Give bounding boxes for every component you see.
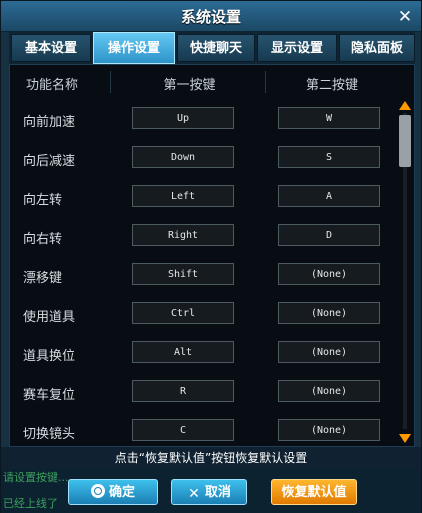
row-label: 赛车复位	[23, 388, 76, 403]
table-row: 向后减速 Down S	[10, 140, 404, 178]
row-label: 使用道具	[23, 310, 76, 325]
second-key-field[interactable]: W	[278, 107, 380, 129]
first-key-field[interactable]: Up	[132, 107, 234, 129]
table-row: 道具换位 Alt (None)	[10, 335, 404, 373]
scroll-thumb[interactable]	[399, 115, 411, 167]
first-key-field[interactable]: Left	[132, 185, 234, 207]
row-label: 向左转	[23, 193, 63, 208]
second-key-field[interactable]: A	[278, 185, 380, 207]
row-label: 漂移键	[23, 271, 63, 286]
first-key-field[interactable]: Down	[132, 146, 234, 168]
first-key-field[interactable]: Ctrl	[132, 302, 234, 324]
x-icon: ✕	[188, 486, 200, 502]
first-key-field[interactable]: C	[132, 419, 234, 441]
second-key-field[interactable]: S	[278, 146, 380, 168]
tab-privacy-panel[interactable]: 隐私面板	[339, 34, 415, 62]
first-key-field[interactable]: R	[132, 380, 234, 402]
row-label: 向右转	[23, 232, 63, 247]
tab-basic-settings[interactable]: 基本设置	[11, 34, 91, 62]
first-key-field[interactable]: Alt	[132, 341, 234, 363]
button-bar: 请设置按键... 已经上线了 确定 ✕ 取消 恢复默认值	[1, 469, 421, 513]
tab-display-settings[interactable]: 显示设置	[257, 34, 337, 62]
second-key-field[interactable]: (None)	[278, 341, 380, 363]
background-chat-line: 已经上线了	[3, 497, 58, 510]
tab-quick-chat[interactable]: 快捷聊天	[177, 34, 255, 62]
row-label: 向前加速	[23, 115, 76, 130]
circle-icon	[90, 484, 105, 498]
row-label: 向后减速	[23, 154, 76, 169]
close-icon[interactable]: ✕	[395, 7, 415, 27]
header-divider	[110, 71, 111, 93]
arrow-up-icon[interactable]	[399, 101, 411, 110]
table-header: 功能名称 第一按键 第二按键	[10, 65, 404, 99]
header-function-name: 功能名称	[25, 78, 78, 93]
ok-button[interactable]: 确定	[68, 479, 158, 505]
row-label: 道具换位	[23, 349, 76, 364]
second-key-field[interactable]: D	[278, 224, 380, 246]
table-row: 赛车复位 R (None)	[10, 374, 404, 412]
vertical-scrollbar[interactable]	[398, 99, 412, 445]
settings-window: 系统设置 ✕ 基本设置 操作设置 快捷聊天 显示设置 隐私面板 功能名称 第一按…	[0, 0, 422, 513]
second-key-field[interactable]: (None)	[278, 380, 380, 402]
first-key-field[interactable]: Shift	[132, 263, 234, 285]
background-chat-line: 请设置按键...	[3, 471, 69, 484]
cancel-button[interactable]: ✕ 取消	[171, 479, 247, 505]
table-row: 向右转 Right D	[10, 218, 404, 256]
reset-hint-text: 点击“恢复默认值”按钮恢复默认设置	[1, 447, 421, 469]
first-key-field[interactable]: Right	[132, 224, 234, 246]
second-key-field[interactable]: (None)	[278, 419, 380, 441]
title-bar[interactable]: 系统设置 ✕	[1, 1, 421, 32]
header-divider	[265, 71, 266, 93]
second-key-field[interactable]: (None)	[278, 263, 380, 285]
tab-bar: 基本设置 操作设置 快捷聊天 显示设置 隐私面板	[9, 32, 415, 64]
tab-control-settings[interactable]: 操作设置	[93, 32, 175, 64]
table-row: 使用道具 Ctrl (None)	[10, 296, 404, 334]
keybinding-panel: 功能名称 第一按键 第二按键 向前加速 Up W 向后减速 Down S 向左转…	[9, 64, 415, 447]
table-row: 漂移键 Shift (None)	[10, 257, 404, 295]
cancel-button-label: 取消	[204, 485, 231, 500]
header-second-key: 第二按键	[305, 78, 358, 93]
window-title: 系统设置	[180, 8, 241, 26]
table-row: 切换镜头 C (None)	[10, 413, 404, 451]
header-first-key: 第一按键	[163, 78, 216, 93]
ok-button-label: 确定	[108, 485, 135, 500]
restore-defaults-button[interactable]: 恢复默认值	[271, 479, 357, 505]
arrow-down-icon[interactable]	[399, 434, 411, 443]
table-row: 向前加速 Up W	[10, 101, 404, 139]
second-key-field[interactable]: (None)	[278, 302, 380, 324]
table-row: 向左转 Left A	[10, 179, 404, 217]
row-label: 切换镜头	[23, 427, 76, 442]
